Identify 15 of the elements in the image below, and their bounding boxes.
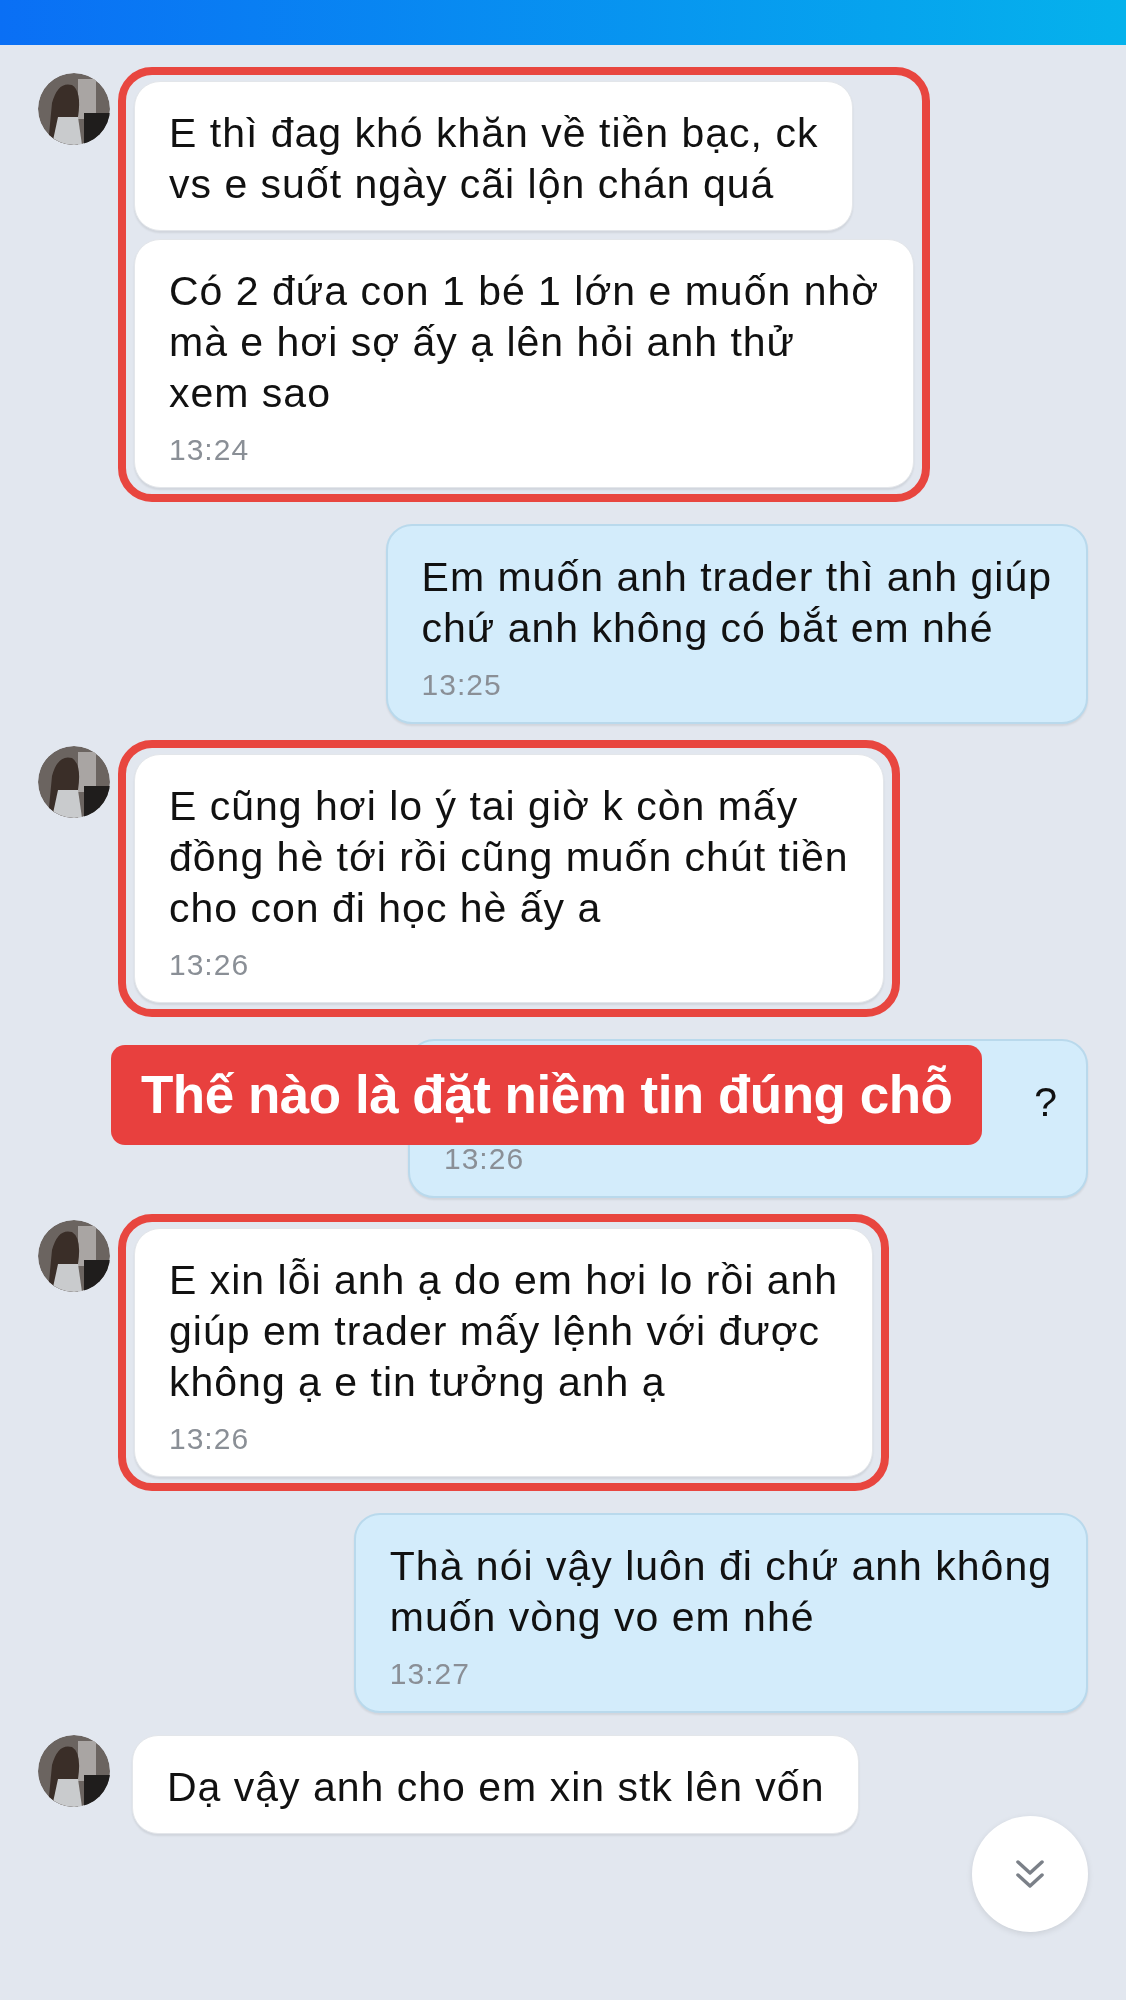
- message-text: E xin lỗi anh ạ do em hơi lo rồi anh giúp em trader mấy lệnh với được không ạ e tin tưởng anh ạ: [169, 1256, 839, 1407]
- message-time: 13:26: [169, 1422, 250, 1456]
- message-time: 13:25: [421, 668, 502, 702]
- message-text: ?: [1034, 1078, 1058, 1127]
- message-text: Có 2 đứa con 1 bé 1 lớn e muốn nhờ mà e hơi sợ ấy ạ lên hỏi anh thử xem sao: [169, 267, 880, 418]
- message-text: Thà nói vậy luôn đi chứ anh không muốn vòng vo em nhé: [389, 1542, 1052, 1642]
- message-text: Em muốn anh trader thì anh giúp chứ anh không có bắt em nhé: [421, 553, 1052, 653]
- message-time: 13:26: [444, 1142, 525, 1176]
- caption-toast: Thế nào là đặt niềm tin đúng chỗ: [111, 1045, 983, 1145]
- message-time: 13:24: [169, 433, 250, 467]
- message-text: Dạ vậy anh cho em xin stk lên vốn: [167, 1763, 825, 1812]
- message-text: E cũng hơi lo ý tai giờ k còn mấy đồng hè tới rồi cũng muốn chút tiền cho con đi học hè ấy a: [169, 782, 849, 933]
- message-text: E thì đag khó khăn về tiền bạc, ck vs e suốt ngày cãi lộn chán quá: [169, 109, 819, 209]
- message-time: 13:26: [169, 948, 250, 982]
- message-time: 13:27: [389, 1657, 470, 1691]
